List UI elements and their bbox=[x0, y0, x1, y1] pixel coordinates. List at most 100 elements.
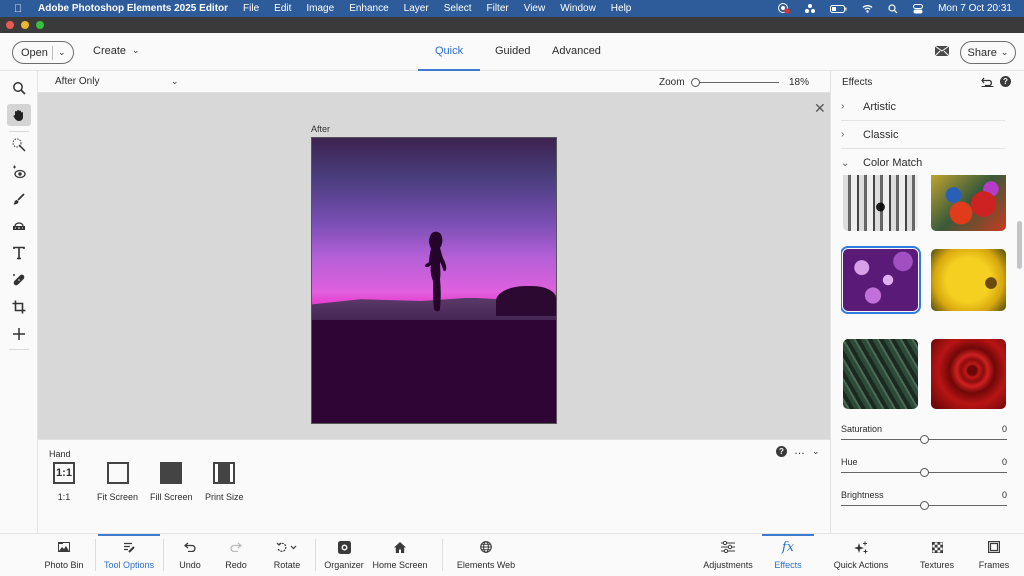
photo-after[interactable] bbox=[311, 137, 557, 424]
fit-screen-icon bbox=[106, 462, 129, 484]
whiten-teeth-tool[interactable] bbox=[7, 188, 31, 210]
menu-edit[interactable]: Edit bbox=[274, 3, 291, 14]
clock[interactable]: Mon 7 Oct 20:31 bbox=[938, 3, 1012, 14]
textures-button[interactable]: Textures bbox=[918, 534, 956, 575]
tab-guided[interactable]: Guided bbox=[495, 45, 530, 71]
red-eye-tool[interactable] bbox=[7, 161, 31, 183]
menu-layer[interactable]: Layer bbox=[404, 3, 429, 14]
adjustments-label: Adjustments bbox=[703, 560, 753, 570]
menu-enhance[interactable]: Enhance bbox=[349, 3, 388, 14]
hue-slider[interactable] bbox=[841, 468, 1007, 477]
menu-filter[interactable]: Filter bbox=[486, 3, 508, 14]
move-tool[interactable] bbox=[7, 323, 31, 345]
brush-icon bbox=[13, 193, 25, 205]
apple-icon[interactable]:  bbox=[14, 3, 28, 15]
create-button[interactable]: Create ⌄ bbox=[93, 45, 140, 57]
saturation-slider-thumb[interactable] bbox=[920, 435, 929, 444]
thumbnail-arches-bw[interactable] bbox=[843, 175, 918, 231]
tab-advanced[interactable]: Advanced bbox=[552, 45, 601, 71]
network-icon[interactable] bbox=[805, 4, 816, 13]
close-image-icon[interactable]: ✕ bbox=[814, 101, 826, 115]
fit-screen-button[interactable]: Fit Screen bbox=[97, 462, 138, 502]
crop-icon bbox=[12, 300, 26, 314]
thumbnail-purple-flowers[interactable] bbox=[841, 246, 921, 314]
reset-icon[interactable] bbox=[981, 77, 994, 87]
panel-scrollbar[interactable] bbox=[1017, 221, 1022, 269]
thumbnail-yellow-flower[interactable] bbox=[931, 249, 1006, 311]
help-icon[interactable]: ? bbox=[1000, 76, 1011, 87]
crop-tool[interactable] bbox=[7, 296, 31, 318]
menu-view[interactable]: View bbox=[524, 3, 546, 14]
elements-web-label: Elements Web bbox=[456, 560, 516, 570]
open-label[interactable]: Open bbox=[13, 45, 53, 60]
chevron-down-icon[interactable]: ⌄ bbox=[171, 76, 179, 87]
minimize-window-button[interactable] bbox=[21, 21, 29, 29]
menu-select[interactable]: Select bbox=[444, 3, 472, 14]
hue-slider-thumb[interactable] bbox=[920, 468, 929, 477]
category-classic[interactable]: › Classic bbox=[841, 121, 1005, 149]
rotate-button[interactable]: Rotate bbox=[269, 534, 305, 575]
frames-button[interactable]: Frames bbox=[976, 534, 1012, 575]
more-options-icon[interactable]: … bbox=[794, 445, 805, 457]
brightness-slider-thumb[interactable] bbox=[920, 501, 929, 510]
tab-quick[interactable]: Quick bbox=[417, 45, 481, 71]
print-size-button[interactable]: Print Size bbox=[205, 462, 244, 502]
zoom-slider[interactable] bbox=[690, 78, 779, 87]
fill-screen-button[interactable]: Fill Screen bbox=[150, 462, 193, 502]
organizer-button[interactable]: Organizer bbox=[323, 534, 365, 575]
view-mode-select[interactable]: After Only bbox=[55, 76, 99, 87]
menu-window[interactable]: Window bbox=[560, 3, 596, 14]
saturation-slider[interactable] bbox=[841, 435, 1007, 444]
menu-file[interactable]: File bbox=[243, 3, 259, 14]
undo-button[interactable]: Undo bbox=[176, 534, 204, 575]
zoom-tool[interactable] bbox=[7, 77, 31, 99]
chevron-down-icon[interactable]: ⌄ bbox=[58, 47, 66, 58]
help-icon[interactable]: ? bbox=[776, 445, 787, 457]
mail-icon[interactable] bbox=[935, 46, 949, 56]
thumbnail-abstract-paint[interactable] bbox=[931, 175, 1006, 231]
image-canvas[interactable]: ✕ After bbox=[38, 93, 830, 439]
spotlight-search-icon[interactable] bbox=[888, 3, 898, 14]
battery-icon[interactable] bbox=[830, 4, 847, 13]
home-screen-label: Home Screen bbox=[372, 560, 428, 570]
straighten-tool[interactable] bbox=[7, 215, 31, 237]
bandage-icon bbox=[13, 274, 25, 286]
wifi-icon[interactable] bbox=[862, 4, 873, 13]
home-screen-button[interactable]: Home Screen bbox=[372, 534, 428, 575]
chevron-down-icon: ⌄ bbox=[1000, 47, 1009, 57]
category-artistic[interactable]: › Artistic bbox=[841, 93, 1005, 121]
menu-help[interactable]: Help bbox=[611, 3, 632, 14]
hand-tool[interactable] bbox=[7, 104, 31, 126]
effects-button[interactable]: fx Effects bbox=[762, 534, 814, 575]
photo-bush bbox=[496, 286, 556, 317]
photo-bin-button[interactable]: Photo Bin bbox=[44, 534, 84, 575]
effects-panel: Effects ? › Artistic › Classic ⌄ Color M… bbox=[830, 71, 1024, 533]
elements-web-button[interactable]: Elements Web bbox=[456, 534, 516, 575]
app-name-menu[interactable]: Adobe Photoshop Elements 2025 Editor bbox=[38, 3, 228, 14]
thumbnail-red-rose[interactable] bbox=[931, 339, 1006, 409]
zoom-window-button[interactable] bbox=[36, 21, 44, 29]
thumbnail-green-leaves[interactable] bbox=[843, 339, 918, 409]
globe-icon bbox=[480, 540, 492, 554]
rotate-label: Rotate bbox=[273, 560, 301, 570]
tool-options-button[interactable]: Tool Options bbox=[98, 534, 160, 575]
brightness-slider[interactable] bbox=[841, 501, 1007, 510]
actual-pixels-button[interactable]: 1:1 1:1 bbox=[53, 462, 75, 502]
type-tool[interactable] bbox=[7, 242, 31, 264]
zoom-slider-thumb[interactable] bbox=[690, 78, 700, 87]
close-window-button[interactable] bbox=[6, 21, 14, 29]
bottom-divider bbox=[163, 539, 164, 571]
share-button[interactable]: Share ⌄ bbox=[960, 41, 1016, 64]
print-size-icon bbox=[213, 462, 236, 484]
collapse-chevron-icon[interactable]: ⌄ bbox=[812, 446, 820, 457]
spot-healing-tool[interactable] bbox=[7, 269, 31, 291]
quick-actions-button[interactable]: Quick Actions bbox=[830, 534, 892, 575]
category-color-match[interactable]: ⌄ Color Match bbox=[841, 149, 1005, 177]
control-center-icon[interactable] bbox=[913, 3, 924, 14]
adjustments-button[interactable]: Adjustments bbox=[702, 534, 754, 575]
redo-button[interactable]: Redo bbox=[223, 534, 249, 575]
open-button[interactable]: Open ⌄ bbox=[12, 41, 74, 64]
menu-image[interactable]: Image bbox=[306, 3, 334, 14]
quick-selection-tool[interactable] bbox=[7, 134, 31, 156]
screen-record-icon[interactable] bbox=[778, 3, 790, 14]
